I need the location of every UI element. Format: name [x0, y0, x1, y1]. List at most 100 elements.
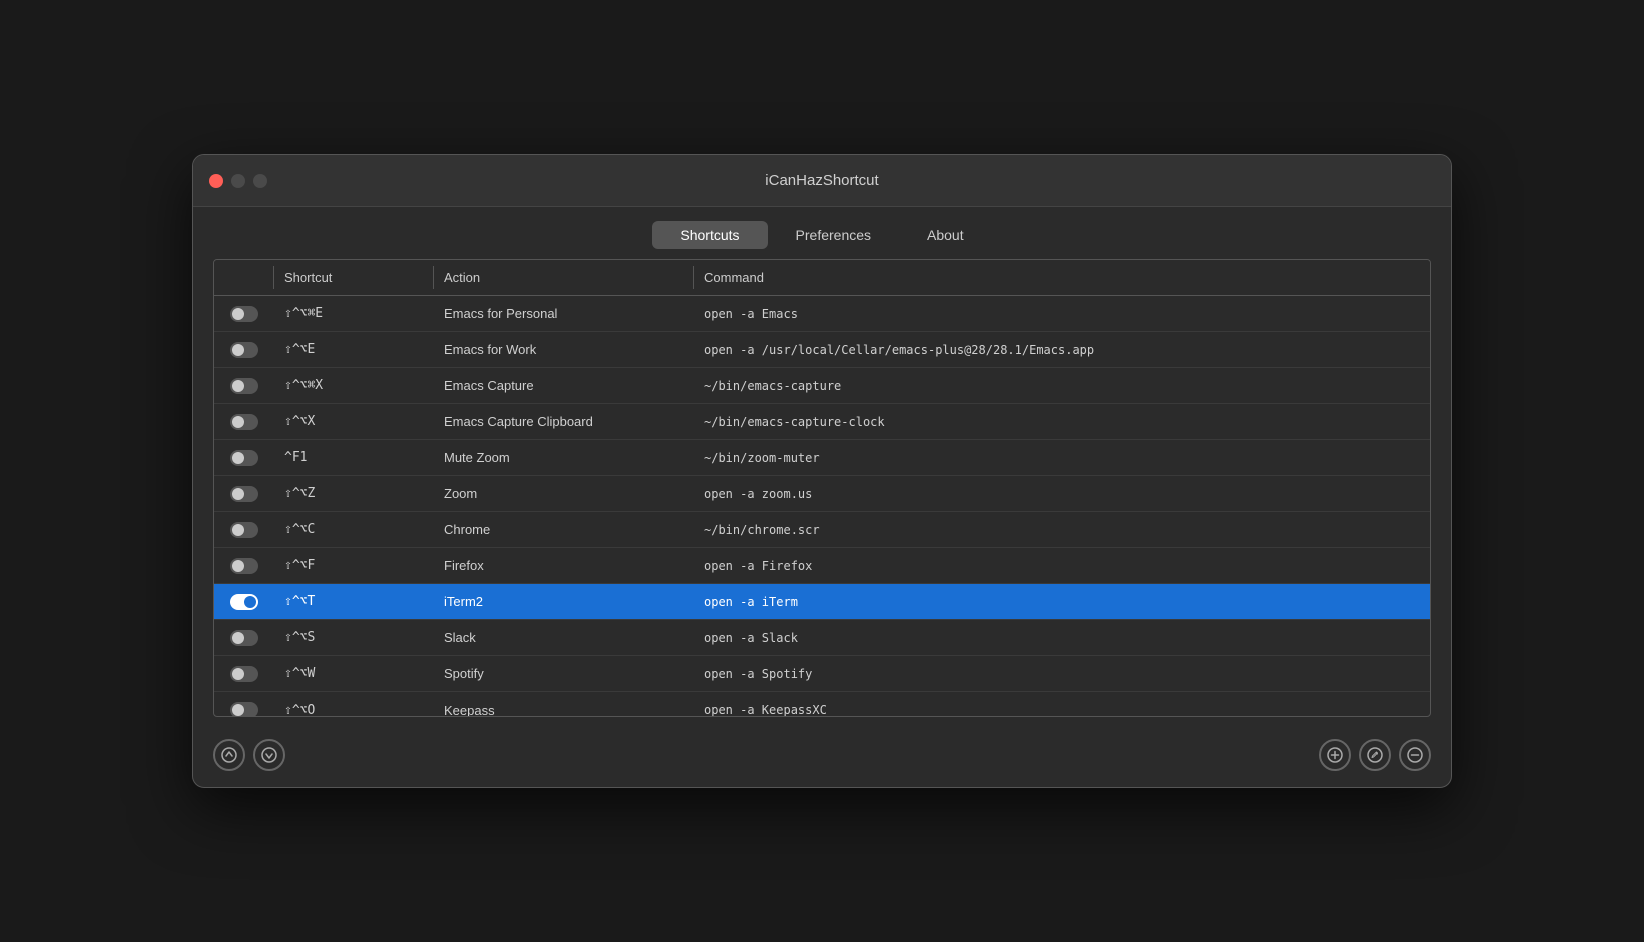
action-cell: Keepass — [434, 697, 694, 717]
toggle-switch[interactable] — [230, 306, 258, 322]
command-cell: ~/bin/emacs-capture — [694, 373, 1430, 399]
close-button[interactable] — [209, 174, 223, 188]
tab-preferences[interactable]: Preferences — [768, 221, 899, 249]
toggle-cell — [214, 378, 274, 394]
command-cell: ~/bin/zoom-muter — [694, 445, 1430, 471]
table-row[interactable]: ⇧^⌥WSpotifyopen -a Spotify — [214, 656, 1430, 692]
minimize-button[interactable] — [231, 174, 245, 188]
toggle-switch[interactable] — [230, 630, 258, 646]
main-window: iCanHazShortcut Shortcuts Preferences Ab… — [192, 154, 1452, 788]
action-cell: Emacs Capture — [434, 372, 694, 399]
shortcut-cell: ⇧^⌥S — [274, 624, 434, 651]
toggle-cell — [214, 702, 274, 716]
col-action: Action — [434, 266, 694, 289]
table-row[interactable]: ^F1Mute Zoom~/bin/zoom-muter — [214, 440, 1430, 476]
command-cell: open -a zoom.us — [694, 481, 1430, 507]
table-header: Shortcut Action Command — [214, 260, 1430, 296]
shortcut-cell: ⇧^⌥O — [274, 697, 434, 717]
add-button[interactable] — [1319, 739, 1351, 771]
command-cell: open -a iTerm — [694, 589, 1430, 615]
footer-right-buttons — [1319, 739, 1431, 771]
command-cell: open -a Firefox — [694, 553, 1430, 579]
action-cell: Emacs for Personal — [434, 300, 694, 327]
table-row[interactable]: ⇧^⌥ZZoomopen -a zoom.us — [214, 476, 1430, 512]
shortcuts-table: Shortcut Action Command ⇧^⌥⌘EEmacs for P… — [213, 259, 1431, 717]
table-row[interactable]: ⇧^⌥SSlackopen -a Slack — [214, 620, 1430, 656]
command-cell: open -a KeepassXC — [694, 697, 1430, 716]
toggle-cell — [214, 630, 274, 646]
action-cell: Emacs for Work — [434, 336, 694, 363]
table-row[interactable]: ⇧^⌥FFirefoxopen -a Firefox — [214, 548, 1430, 584]
toggle-switch[interactable] — [230, 414, 258, 430]
toggle-switch[interactable] — [230, 558, 258, 574]
table-row[interactable]: ⇧^⌥XEmacs Capture Clipboard~/bin/emacs-c… — [214, 404, 1430, 440]
toggle-cell — [214, 594, 274, 610]
command-cell: ~/bin/chrome.scr — [694, 517, 1430, 543]
command-cell: open -a Emacs — [694, 301, 1430, 327]
footer-left-buttons — [213, 739, 285, 771]
toggle-cell — [214, 342, 274, 358]
shortcut-cell: ⇧^⌥F — [274, 552, 434, 579]
main-content: Shortcut Action Command ⇧^⌥⌘EEmacs for P… — [193, 259, 1451, 727]
arrow-down-icon — [261, 747, 277, 763]
tab-shortcuts[interactable]: Shortcuts — [652, 221, 767, 249]
table-row[interactable]: ⇧^⌥CChrome~/bin/chrome.scr — [214, 512, 1430, 548]
toggle-switch[interactable] — [230, 486, 258, 502]
shortcut-cell: ^F1 — [274, 444, 434, 471]
col-shortcut: Shortcut — [274, 266, 434, 289]
action-cell: Firefox — [434, 552, 694, 579]
table-row[interactable]: ⇧^⌥OKeepassopen -a KeepassXC — [214, 692, 1430, 716]
add-icon — [1327, 747, 1343, 763]
remove-icon — [1407, 747, 1423, 763]
table-row[interactable]: ⇧^⌥⌘XEmacs Capture~/bin/emacs-capture — [214, 368, 1430, 404]
toggle-switch[interactable] — [230, 450, 258, 466]
titlebar: iCanHazShortcut — [193, 155, 1451, 207]
edit-icon — [1367, 747, 1383, 763]
remove-button[interactable] — [1399, 739, 1431, 771]
tab-about[interactable]: About — [899, 221, 992, 249]
table-row[interactable]: ⇧^⌥EEmacs for Workopen -a /usr/local/Cel… — [214, 332, 1430, 368]
toggle-cell — [214, 306, 274, 322]
toggle-cell — [214, 486, 274, 502]
col-command: Command — [694, 266, 1430, 289]
toggle-cell — [214, 414, 274, 430]
toggle-switch[interactable] — [230, 522, 258, 538]
action-cell: Emacs Capture Clipboard — [434, 408, 694, 435]
action-cell: Mute Zoom — [434, 444, 694, 471]
edit-button[interactable] — [1359, 739, 1391, 771]
toggle-switch[interactable] — [230, 594, 258, 610]
table-body: ⇧^⌥⌘EEmacs for Personalopen -a Emacs⇧^⌥E… — [214, 296, 1430, 716]
move-up-button[interactable] — [213, 739, 245, 771]
toggle-switch[interactable] — [230, 702, 258, 716]
traffic-lights — [209, 174, 267, 188]
maximize-button[interactable] — [253, 174, 267, 188]
command-cell: open -a Slack — [694, 625, 1430, 651]
shortcut-cell: ⇧^⌥E — [274, 336, 434, 363]
toggle-switch[interactable] — [230, 666, 258, 682]
table-row[interactable]: ⇧^⌥⌘EEmacs for Personalopen -a Emacs — [214, 296, 1430, 332]
action-cell: Zoom — [434, 480, 694, 507]
toggle-cell — [214, 450, 274, 466]
toggle-cell — [214, 666, 274, 682]
toggle-switch[interactable] — [230, 342, 258, 358]
shortcut-cell: ⇧^⌥⌘E — [274, 300, 434, 327]
shortcut-cell: ⇧^⌥⌘X — [274, 372, 434, 399]
shortcut-cell: ⇧^⌥Z — [274, 480, 434, 507]
action-cell: Chrome — [434, 516, 694, 543]
toggle-cell — [214, 558, 274, 574]
shortcut-cell: ⇧^⌥T — [274, 588, 434, 615]
action-cell: iTerm2 — [434, 588, 694, 615]
command-cell: open -a /usr/local/Cellar/emacs-plus@28/… — [694, 337, 1430, 363]
shortcut-cell: ⇧^⌥C — [274, 516, 434, 543]
table-row[interactable]: ⇧^⌥TiTerm2open -a iTerm — [214, 584, 1430, 620]
move-down-button[interactable] — [253, 739, 285, 771]
action-cell: Spotify — [434, 660, 694, 687]
footer — [193, 727, 1451, 787]
shortcut-cell: ⇧^⌥X — [274, 408, 434, 435]
arrow-up-icon — [221, 747, 237, 763]
tab-bar: Shortcuts Preferences About — [193, 207, 1451, 259]
toggle-cell — [214, 522, 274, 538]
command-cell: open -a Spotify — [694, 661, 1430, 687]
command-cell: ~/bin/emacs-capture-clock — [694, 409, 1430, 435]
toggle-switch[interactable] — [230, 378, 258, 394]
